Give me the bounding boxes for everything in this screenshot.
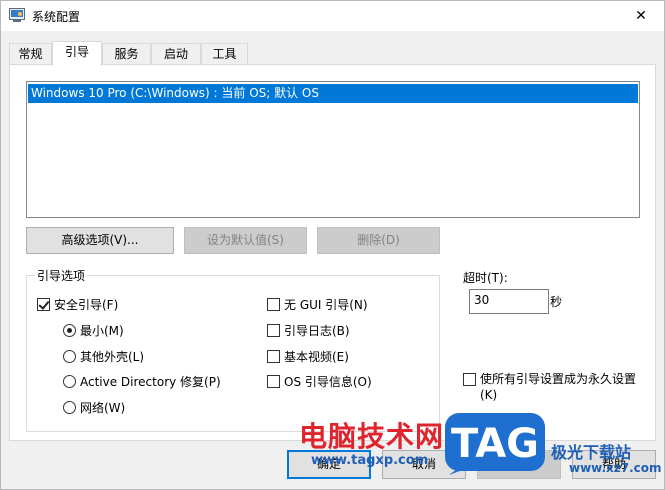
checkbox-icon: [267, 375, 280, 388]
timeout-input[interactable]: 30: [469, 289, 549, 314]
help-button[interactable]: 帮助: [572, 450, 656, 479]
tab-general[interactable]: 常规: [9, 43, 52, 65]
alternate-shell-radio[interactable]: 其他外壳(L): [63, 348, 144, 365]
alternate-shell-label: 其他外壳(L): [80, 350, 145, 364]
boot-log-checkbox[interactable]: 引导日志(B): [267, 322, 350, 339]
os-list-item[interactable]: Windows 10 Pro (C:\Windows) : 当前 OS; 默认 …: [28, 84, 638, 103]
minimal-radio[interactable]: 最小(M): [63, 322, 124, 339]
delete-button[interactable]: 删除(D): [317, 227, 440, 254]
boot-options-group: 引导选项 安全引导(F) 最小(M) 其他外壳(L) Active Direct…: [26, 267, 440, 432]
network-radio[interactable]: 网络(W): [63, 399, 125, 416]
radio-icon: [63, 350, 76, 363]
boot-log-label: 引导日志(B): [284, 324, 350, 338]
ad-repair-label: Active Directory 修复(P): [80, 375, 221, 389]
ok-button[interactable]: 确定: [287, 450, 371, 479]
boot-options-title: 引导选项: [35, 267, 88, 284]
timeout-unit: 秒: [550, 295, 563, 309]
permanent-label-line1: 使所有引导设置成为永久设置: [480, 372, 637, 386]
base-video-label: 基本视频(E): [284, 350, 349, 364]
system-config-window: 系统配置 ✕ 常规 引导 服务 启动 工具 Windows 10 Pro (C:…: [0, 0, 665, 490]
checkbox-icon: [267, 350, 280, 363]
timeout-label: 超时(T):: [463, 271, 508, 285]
apply-button[interactable]: 应用(A): [477, 450, 561, 479]
radio-selected-icon: [63, 324, 76, 337]
no-gui-boot-checkbox[interactable]: 无 GUI 引导(N): [267, 296, 368, 313]
set-default-button[interactable]: 设为默认值(S): [184, 227, 307, 254]
tab-boot[interactable]: 引导: [52, 41, 102, 66]
radio-icon: [63, 401, 76, 414]
ad-repair-radio[interactable]: Active Directory 修复(P): [63, 373, 221, 390]
tab-startup[interactable]: 启动: [151, 43, 201, 65]
radio-icon: [63, 375, 76, 388]
base-video-checkbox[interactable]: 基本视频(E): [267, 348, 349, 365]
boot-tab-panel: Windows 10 Pro (C:\Windows) : 当前 OS; 默认 …: [9, 64, 656, 441]
checkbox-icon: [463, 373, 476, 386]
safe-boot-checkbox[interactable]: 安全引导(F): [37, 296, 118, 313]
permanent-settings-checkbox[interactable]: 使所有引导设置成为永久设置 (K): [463, 371, 636, 403]
os-boot-info-label: OS 引导信息(O): [284, 375, 372, 389]
close-icon: ✕: [635, 8, 647, 24]
os-boot-info-checkbox[interactable]: OS 引导信息(O): [267, 373, 372, 390]
checkbox-icon: [267, 324, 280, 337]
close-button[interactable]: ✕: [618, 1, 664, 31]
os-list[interactable]: Windows 10 Pro (C:\Windows) : 当前 OS; 默认 …: [26, 81, 640, 218]
safe-boot-label: 安全引导(F): [54, 298, 119, 312]
msconfig-app-icon: [9, 8, 25, 22]
permanent-settings-text: 使所有引导设置成为永久设置 (K): [480, 371, 636, 403]
cancel-button[interactable]: 取消: [382, 450, 466, 479]
title-bar: 系统配置 ✕: [1, 1, 664, 31]
window-title: 系统配置: [32, 10, 81, 24]
permanent-label-line2: (K): [480, 388, 498, 402]
tab-tools[interactable]: 工具: [201, 43, 248, 65]
advanced-options-button[interactable]: 高级选项(V)...: [26, 227, 174, 254]
checkbox-icon: [267, 298, 280, 311]
no-gui-label: 无 GUI 引导(N): [284, 298, 368, 312]
minimal-label: 最小(M): [80, 324, 124, 338]
tab-services[interactable]: 服务: [102, 43, 151, 65]
checkbox-checked-icon: [37, 298, 50, 311]
network-label: 网络(W): [80, 401, 126, 415]
